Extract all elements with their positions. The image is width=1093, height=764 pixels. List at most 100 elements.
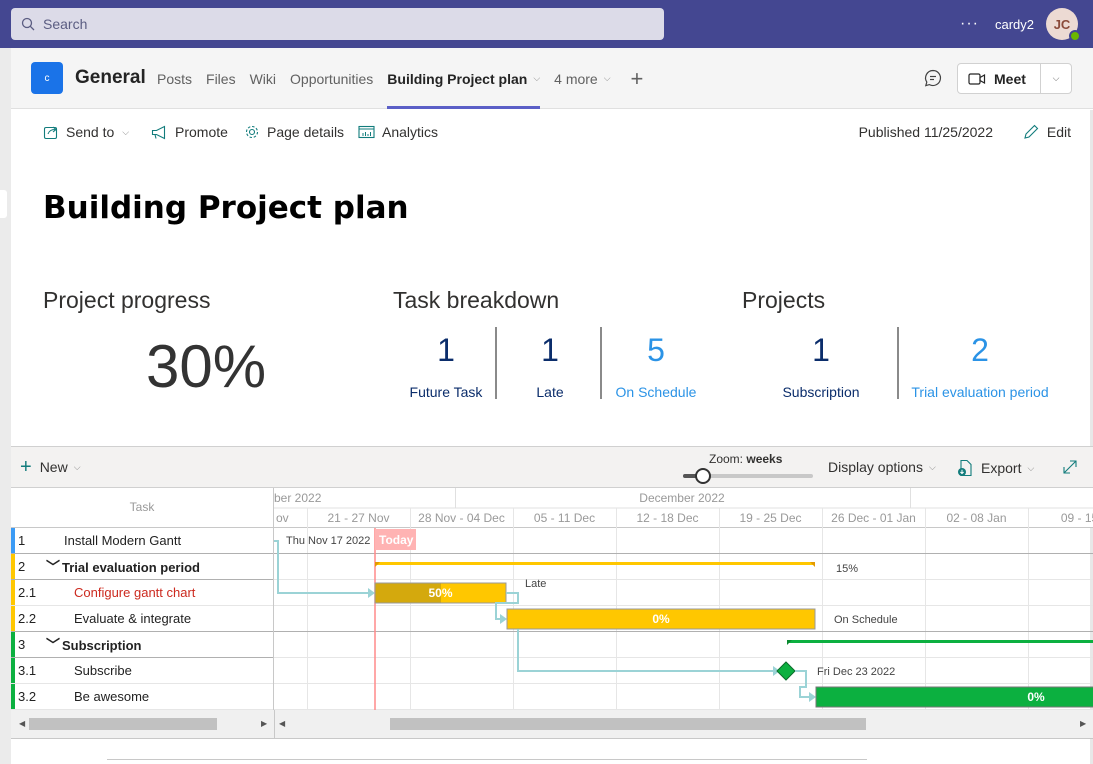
task-wbs: 3 <box>18 637 26 652</box>
export-icon <box>958 459 972 477</box>
collapse-chevron-icon[interactable]: ﹀ <box>46 637 60 653</box>
scroll-left-arrow[interactable]: ◀ <box>279 719 285 728</box>
tab-label: Wiki <box>249 70 277 87</box>
chevron-down-icon: ⌵ <box>1052 73 1060 83</box>
tab-posts[interactable]: Posts <box>157 48 192 109</box>
avatar-initials: JC <box>1053 16 1071 32</box>
task-wbs: 3.1 <box>18 663 37 678</box>
tab-wiki[interactable]: Wiki <box>250 48 276 109</box>
week-label: 26 Dec - 01 Jan <box>831 511 916 525</box>
kpi-value: 1 <box>437 332 455 368</box>
dependency-arrow <box>809 692 816 702</box>
task-name-cell: ﹀ Trial evaluation period <box>46 557 200 577</box>
divider <box>107 759 867 760</box>
chat-icon[interactable] <box>923 68 943 88</box>
zoom-value: weeks <box>746 452 783 466</box>
zoom-label: Zoom: weeks <box>709 452 782 466</box>
expand-icon[interactable] <box>1062 459 1078 475</box>
task-row[interactable]: 3.2 Be awesome <box>11 684 273 710</box>
scroll-right-arrow[interactable]: ▶ <box>1080 719 1086 728</box>
month-label: December 2022 <box>639 491 725 505</box>
collapse-chevron-icon[interactable]: ﹀ <box>46 559 60 575</box>
meet-button[interactable]: Meet <box>958 64 1041 93</box>
task-row[interactable]: 3 ﹀ Subscription <box>11 632 273 658</box>
projects-heading: Projects <box>742 287 826 313</box>
display-options-button[interactable]: Display options ⌵ <box>828 459 936 475</box>
week-label: 28 Nov - 04 Dec <box>418 511 505 525</box>
published-date: Published 11/25/2022 <box>858 124 993 140</box>
tab-label: Building Project plan <box>387 70 528 87</box>
zoom-caption: Zoom: <box>709 452 744 466</box>
divider <box>897 327 899 399</box>
search-input[interactable]: Search <box>11 8 664 40</box>
task-bar-label: 50% <box>428 586 452 600</box>
tab-opportunities[interactable]: Opportunities <box>290 48 373 109</box>
new-button[interactable]: + New ⌵ <box>20 456 81 478</box>
task-name: Evaluate & integrate <box>74 611 192 626</box>
search-placeholder: Search <box>43 16 88 32</box>
dependency-link <box>517 629 774 672</box>
scroll-left-arrow[interactable]: ◀ <box>19 719 25 728</box>
meet-dropdown-button[interactable]: ⌵ <box>1041 73 1071 84</box>
month-label: ber 2022 <box>274 491 322 505</box>
task-name: Configure gantt chart <box>74 585 196 600</box>
add-tab-button[interactable]: + <box>625 48 644 109</box>
week-label: 02 - 08 Jan <box>946 511 1006 525</box>
share-icon <box>43 126 58 140</box>
more-options-button[interactable]: ··· <box>960 15 979 33</box>
avatar[interactable]: JC <box>1046 8 1081 42</box>
plus-icon: + <box>20 456 32 478</box>
task-color-indicator <box>11 580 15 605</box>
task-row[interactable]: 3.1 Subscribe <box>11 658 273 684</box>
page-details-button[interactable]: Page details <box>244 124 344 140</box>
task-row[interactable]: 1 Install Modern Gantt <box>11 528 273 554</box>
rail-handle[interactable] <box>0 190 7 218</box>
dependency-arrow <box>368 588 375 598</box>
task-bar[interactable] <box>815 686 1093 708</box>
tab-more[interactable]: 4 more ⌵ <box>554 48 610 109</box>
task-date-label: Thu Nov 17 2022 <box>286 535 370 547</box>
task-row[interactable]: 2.1 Configure gantt chart <box>11 580 273 606</box>
task-table-scrollbar-thumb[interactable] <box>29 718 217 730</box>
gantt-toolbar: + New ⌵ Zoom: weeks Display options ⌵ Ex… <box>11 447 1093 488</box>
kpi-subscription[interactable]: 1 Subscription <box>766 330 876 400</box>
kpi-on-schedule[interactable]: 5 On Schedule <box>606 330 706 400</box>
gantt-scrollbars: ◀ ▶ ◀ ▶ <box>11 710 1093 739</box>
zoom-slider[interactable] <box>683 468 813 484</box>
task-wbs: 1 <box>18 533 26 548</box>
task-row[interactable]: 2.2 Evaluate & integrate <box>11 606 273 632</box>
task-name-cell: Subscribe <box>74 663 132 678</box>
kpi-late[interactable]: 1 Late <box>500 330 600 400</box>
tab-files[interactable]: Files <box>206 48 236 109</box>
search-icon <box>21 17 35 31</box>
analytics-button[interactable]: Analytics <box>358 124 438 140</box>
week-label: 12 - 18 Dec <box>636 511 698 525</box>
task-status-label: Late <box>525 578 546 590</box>
task-color-indicator <box>11 632 15 657</box>
summary-bar <box>787 640 1093 643</box>
summary-progress-label: 15% <box>836 563 858 575</box>
task-row[interactable]: 2 ﹀ Trial evaluation period <box>11 554 273 580</box>
kpi-value: 1 <box>812 332 830 368</box>
timeline-scrollbar-thumb[interactable] <box>390 718 866 730</box>
zoom-slider-thumb[interactable] <box>694 468 711 484</box>
task-color-indicator <box>11 528 15 553</box>
project-progress-heading: Project progress <box>43 287 211 313</box>
kpi-trial-evaluation-period[interactable]: 2 Trial evaluation period <box>905 330 1055 400</box>
dependency-link <box>274 540 368 594</box>
today-label: Today <box>379 533 414 547</box>
week-label: 19 - 25 Dec <box>739 511 801 525</box>
new-label: New <box>39 459 68 475</box>
scroll-right-arrow[interactable]: ▶ <box>261 719 267 728</box>
tab-building-project-plan[interactable]: Building Project plan ⌵ <box>387 48 540 109</box>
milestone-diamond[interactable] <box>776 661 796 681</box>
task-column-header[interactable]: Task <box>11 488 273 528</box>
meet-button-group: Meet ⌵ <box>957 63 1072 94</box>
chevron-down-icon: ⌵ <box>122 126 130 137</box>
edit-button[interactable]: Edit <box>1023 124 1071 140</box>
timeline-svg: ber 2022 December 2022 ov 21 - 27 Nov 28 Nov… <box>274 488 1093 710</box>
promote-button[interactable]: Promote <box>151 124 228 140</box>
kpi-future-task[interactable]: 1 Future Task <box>396 330 496 400</box>
export-button[interactable]: Export ⌵ <box>957 459 1034 477</box>
send-to-button[interactable]: Send to ⌵ <box>43 124 129 140</box>
